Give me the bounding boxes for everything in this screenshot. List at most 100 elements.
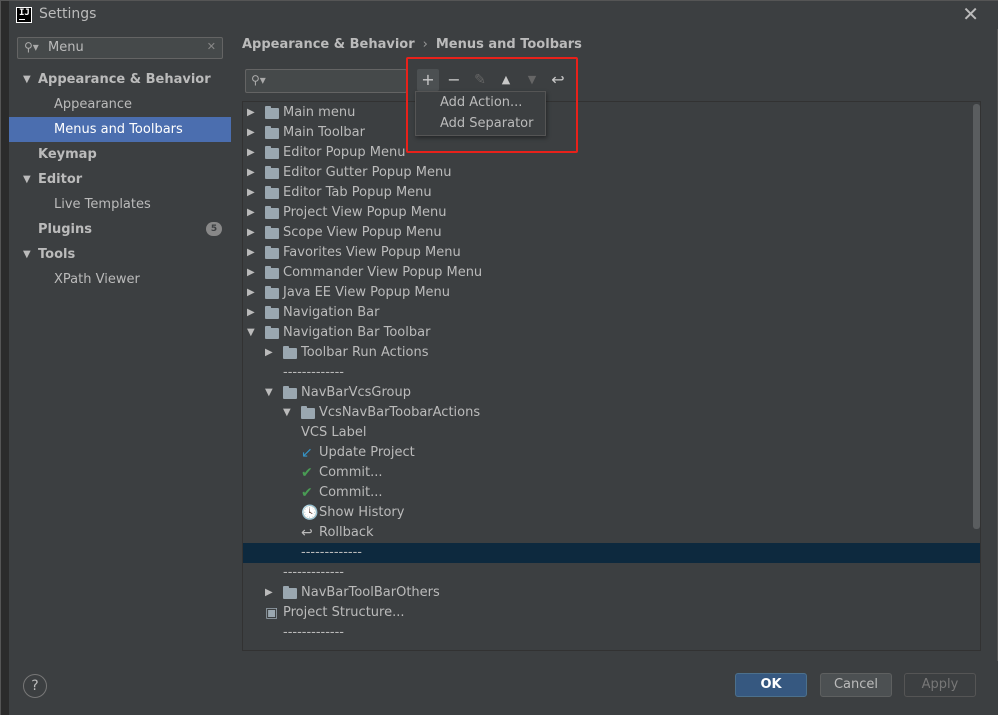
folder-icon xyxy=(265,126,279,139)
sidebar-item[interactable]: Menus and Toolbars xyxy=(9,117,231,142)
tree-separator-row[interactable]: ------------- xyxy=(243,563,980,583)
edit-icon-button[interactable]: ✎ xyxy=(469,69,491,91)
tree-row[interactable]: ▶ Editor Gutter Popup Menu xyxy=(243,163,980,183)
tree-row-icon: ▣ xyxy=(265,605,279,621)
apply-button[interactable]: Apply xyxy=(904,673,976,697)
tree-row[interactable]: ▶ Java EE View Popup Menu xyxy=(243,283,980,303)
tree-row[interactable]: ▶ Main Toolbar xyxy=(243,123,980,143)
update-count-badge: 5 xyxy=(206,222,222,236)
ok-button[interactable]: OK xyxy=(735,673,807,697)
tree-row[interactable]: ▶ Editor Tab Popup Menu xyxy=(243,183,980,203)
tree-row-label: Editor Tab Popup Menu xyxy=(283,185,432,200)
help-button[interactable]: ? xyxy=(23,674,47,698)
remove-button[interactable]: − xyxy=(443,69,465,91)
expand-arrow-icon[interactable]: ▶ xyxy=(247,243,255,263)
folder-icon xyxy=(265,146,279,159)
tree-row[interactable]: ↙ Update Project xyxy=(243,443,980,463)
tree-row[interactable]: ▼ VcsNavBarToobarActions xyxy=(243,403,980,423)
clear-search-icon[interactable]: ✕ xyxy=(207,40,216,53)
tree-scrollbar[interactable] xyxy=(973,104,980,529)
move-up-button[interactable]: ▲ xyxy=(495,69,517,91)
expand-arrow-icon[interactable]: ▶ xyxy=(247,123,255,143)
collapse-arrow-icon[interactable]: ▼ xyxy=(283,403,291,423)
tree-row[interactable]: ▶ Commander View Popup Menu xyxy=(243,263,980,283)
tree-row[interactable]: ✔ Commit... xyxy=(243,483,980,503)
add-action-menu-item[interactable]: Add Action... xyxy=(416,92,545,113)
expand-arrow-icon[interactable]: ▼ xyxy=(23,167,31,192)
sidebar-item[interactable]: ▼ Editor xyxy=(9,167,231,192)
tree-row-label: Scope View Popup Menu xyxy=(283,225,442,240)
expand-arrow-icon[interactable]: ▶ xyxy=(247,183,255,203)
tree-row[interactable]: ▶ Main menu xyxy=(243,103,980,123)
expand-arrow-icon[interactable]: ▶ xyxy=(247,263,255,283)
folder-icon xyxy=(265,306,279,319)
tree-separator-row[interactable]: ------------- xyxy=(243,363,980,383)
tree-row[interactable]: 🕓 Show History xyxy=(243,503,980,523)
tree-separator-row[interactable]: ------------- xyxy=(243,623,980,643)
sidebar-item-label: Tools xyxy=(38,247,76,262)
tree-row[interactable]: ▼ Navigation Bar Toolbar xyxy=(243,323,980,343)
menus-tree: ▶ Main menu ▶ Main Toolbar ▶ Editor Popup Men… xyxy=(242,101,981,651)
sidebar-item[interactable]: Appearance xyxy=(9,92,231,117)
sidebar-item[interactable]: Keymap xyxy=(9,142,231,167)
tree-row[interactable]: ▶ Editor Popup Menu xyxy=(243,143,980,163)
tree-row[interactable]: VCS Label xyxy=(243,423,980,443)
tree-row[interactable]: ▼ NavBarVcsGroup xyxy=(243,383,980,403)
sidebar-item[interactable]: ▼ Appearance & Behavior xyxy=(9,67,231,92)
tree-row-label: Editor Gutter Popup Menu xyxy=(283,165,452,180)
tree-filter-input[interactable]: ⚲▾ xyxy=(245,69,407,93)
tree-row-label: Project View Popup Menu xyxy=(283,205,447,220)
tree-row[interactable]: ▶ Project View Popup Menu xyxy=(243,203,980,223)
settings-sidebar: ⚲▾ Menu ✕ ▼ Appearance & Behavior Appearan… xyxy=(9,29,231,661)
tree-row-label: VCS Label xyxy=(301,425,367,440)
settings-search-input[interactable]: ⚲▾ Menu ✕ xyxy=(17,37,223,59)
cancel-button[interactable]: Cancel xyxy=(820,673,892,697)
tree-row[interactable]: ▶ Scope View Popup Menu xyxy=(243,223,980,243)
folder-icon xyxy=(265,326,279,339)
folder-icon xyxy=(301,406,315,419)
expand-arrow-icon[interactable]: ▶ xyxy=(247,143,255,163)
restore-defaults-button[interactable]: ↩ xyxy=(547,69,569,91)
sidebar-item[interactable]: ▼ Tools xyxy=(9,242,231,267)
expand-arrow-icon[interactable]: ▶ xyxy=(247,283,255,303)
collapse-arrow-icon[interactable]: ▼ xyxy=(265,383,273,403)
sidebar-item-label: Editor xyxy=(38,172,83,187)
tree-row[interactable]: ▶ Toolbar Run Actions xyxy=(243,343,980,363)
tree-row[interactable]: ▶ Navigation Bar xyxy=(243,303,980,323)
expand-arrow-icon[interactable]: ▶ xyxy=(247,163,255,183)
close-icon[interactable]: ✕ xyxy=(962,4,979,24)
expand-arrow-icon[interactable]: ▶ xyxy=(247,203,255,223)
sidebar-item[interactable]: Live Templates xyxy=(9,192,231,217)
sidebar-item[interactable]: XPath Viewer xyxy=(9,267,231,292)
tree-separator-row[interactable]: ------------- xyxy=(243,543,980,563)
folder-icon xyxy=(265,226,279,239)
expand-arrow-icon[interactable]: ▶ xyxy=(247,103,255,123)
expand-arrow-icon[interactable]: ▶ xyxy=(247,223,255,243)
tree-row-label: Toolbar Run Actions xyxy=(301,345,429,360)
move-down-button[interactable]: ▼ xyxy=(521,69,543,91)
expand-arrow-icon[interactable]: ▼ xyxy=(23,67,31,92)
add-button[interactable]: + xyxy=(417,69,439,91)
tree-row-icon: ↩ xyxy=(301,525,313,541)
tree-row[interactable]: ↩ Rollback xyxy=(243,523,980,543)
tree-row[interactable]: ✔ Commit... xyxy=(243,463,980,483)
window-title: Settings xyxy=(39,6,97,22)
expand-arrow-icon[interactable]: ▶ xyxy=(247,303,255,323)
tree-row[interactable]: ▶ Favorites View Popup Menu xyxy=(243,243,980,263)
intellij-logo-icon: IJ xyxy=(16,7,32,23)
sidebar-item-label: Keymap xyxy=(38,147,97,162)
collapse-arrow-icon[interactable]: ▼ xyxy=(247,323,255,343)
breadcrumb-current: Menus and Toolbars xyxy=(435,37,582,52)
expand-arrow-icon[interactable]: ▶ xyxy=(265,343,273,363)
tree-row-label: Navigation Bar Toolbar xyxy=(283,325,431,340)
expand-arrow-icon[interactable]: ▼ xyxy=(23,242,31,267)
tree-row-label: Editor Popup Menu xyxy=(283,145,406,160)
expand-arrow-icon[interactable]: ▶ xyxy=(265,583,273,603)
tree-row[interactable]: ▣ Project Structure... xyxy=(243,603,980,623)
tree-row[interactable]: ▶ NavBarToolBarOthers xyxy=(243,583,980,603)
breadcrumb-parent[interactable]: Appearance & Behavior xyxy=(242,37,415,52)
add-separator-menu-item[interactable]: Add Separator xyxy=(416,113,545,134)
search-icon: ⚲▾ xyxy=(24,40,39,54)
sidebar-item[interactable]: Plugins 5 xyxy=(9,217,231,242)
tree-row-label: ------------- xyxy=(283,565,344,580)
